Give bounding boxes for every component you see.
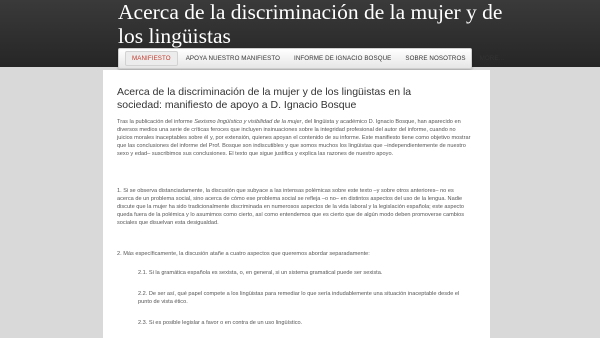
intro-paragraph: Tras la publicación del informe Sexismo …	[117, 118, 472, 158]
intro-text-before: Tras la publicación del informe	[117, 119, 195, 125]
nav-item-more[interactable]: MORE...	[474, 52, 510, 65]
main-content: Acerca de la discriminación de la mujer …	[103, 70, 490, 338]
nav-item-manifiesto[interactable]: MANIFIESTO	[125, 51, 178, 66]
paragraph-1: 1. Si se observa distanciadamente, la di…	[117, 188, 465, 227]
site-title[interactable]: Acerca de la discriminación de la mujer …	[118, 0, 518, 48]
report-title-link[interactable]: Sexismo lingüístico y visibilidad de la …	[194, 119, 301, 125]
nav-item-informe[interactable]: INFORME DE IGNACIO BOSQUE	[288, 52, 397, 65]
paragraph-2-2: 2.2. De ser así, qué papel compete a los…	[138, 291, 460, 306]
nav-item-apoya[interactable]: APOYA NUESTRO MANIFIESTO	[180, 52, 286, 65]
main-nav: MANIFIESTO APOYA NUESTRO MANIFIESTO INFO…	[118, 48, 504, 69]
paragraph-2-3: 2.3. Si es posible legislar a favor o en…	[138, 320, 303, 326]
nav-item-sobre-nosotros[interactable]: SOBRE NOSOTROS	[399, 52, 471, 65]
article-title: Acerca de la discriminación de la mujer …	[117, 86, 412, 111]
paragraph-2: 2. Más específicamente, la discusión ata…	[117, 251, 370, 257]
paragraph-2-1: 2.1. Si la gramática española es sexista…	[138, 270, 383, 276]
